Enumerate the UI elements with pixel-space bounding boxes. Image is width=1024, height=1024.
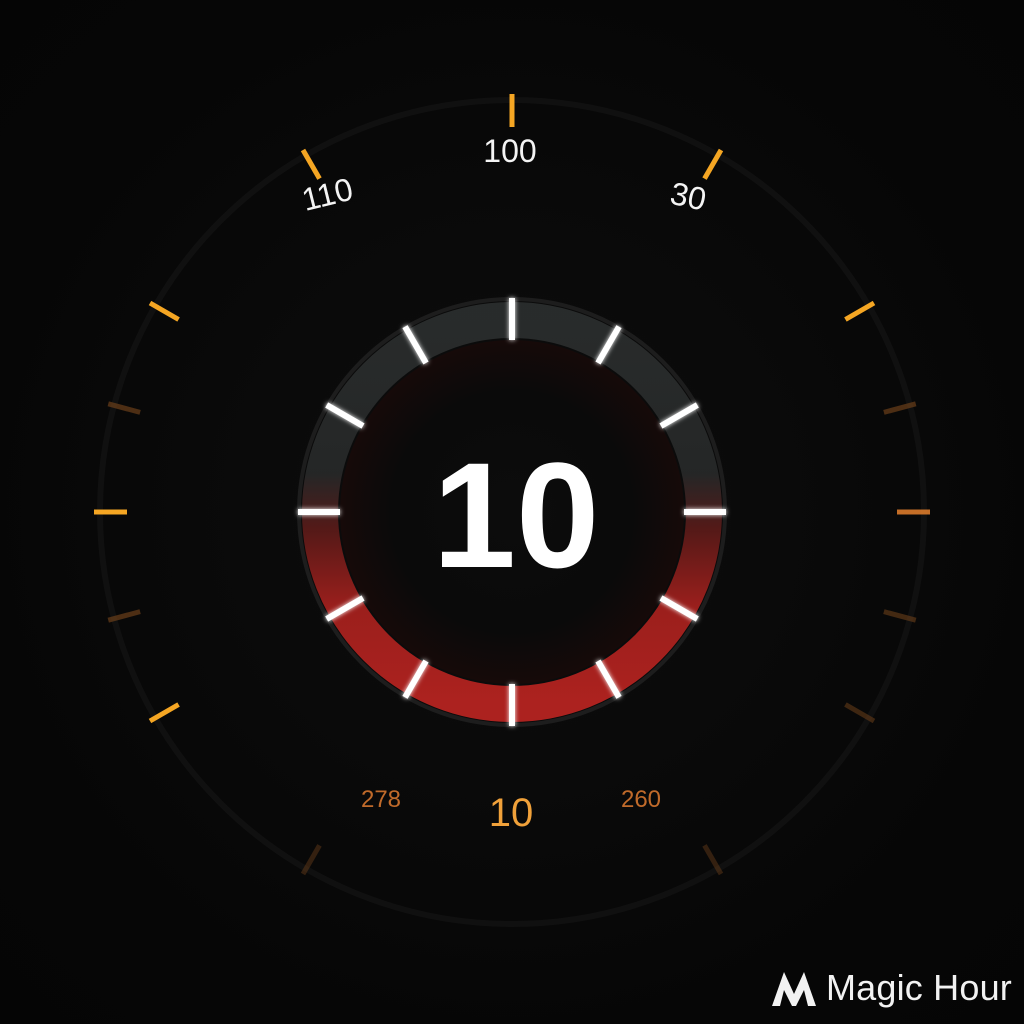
watermark-text: Magic Hour — [825, 967, 1012, 1008]
watermark: Magic Hour — [770, 966, 1012, 1010]
label-bottom-center: 10 — [489, 791, 534, 835]
label-top-left: 110 — [298, 171, 356, 218]
label-top: 100 — [483, 133, 536, 169]
label-bottom-right: 260 — [621, 786, 661, 813]
magic-hour-logo-icon — [770, 966, 818, 1010]
gauge-stage: 100 110 30 278 10 260 10 Magic Hour — [0, 0, 1024, 1024]
center-value: 10 — [433, 431, 600, 599]
gauge: 100 110 30 278 10 260 10 — [94, 94, 930, 927]
label-bottom-left: 278 — [361, 786, 401, 813]
label-top-right: 30 — [667, 175, 709, 218]
